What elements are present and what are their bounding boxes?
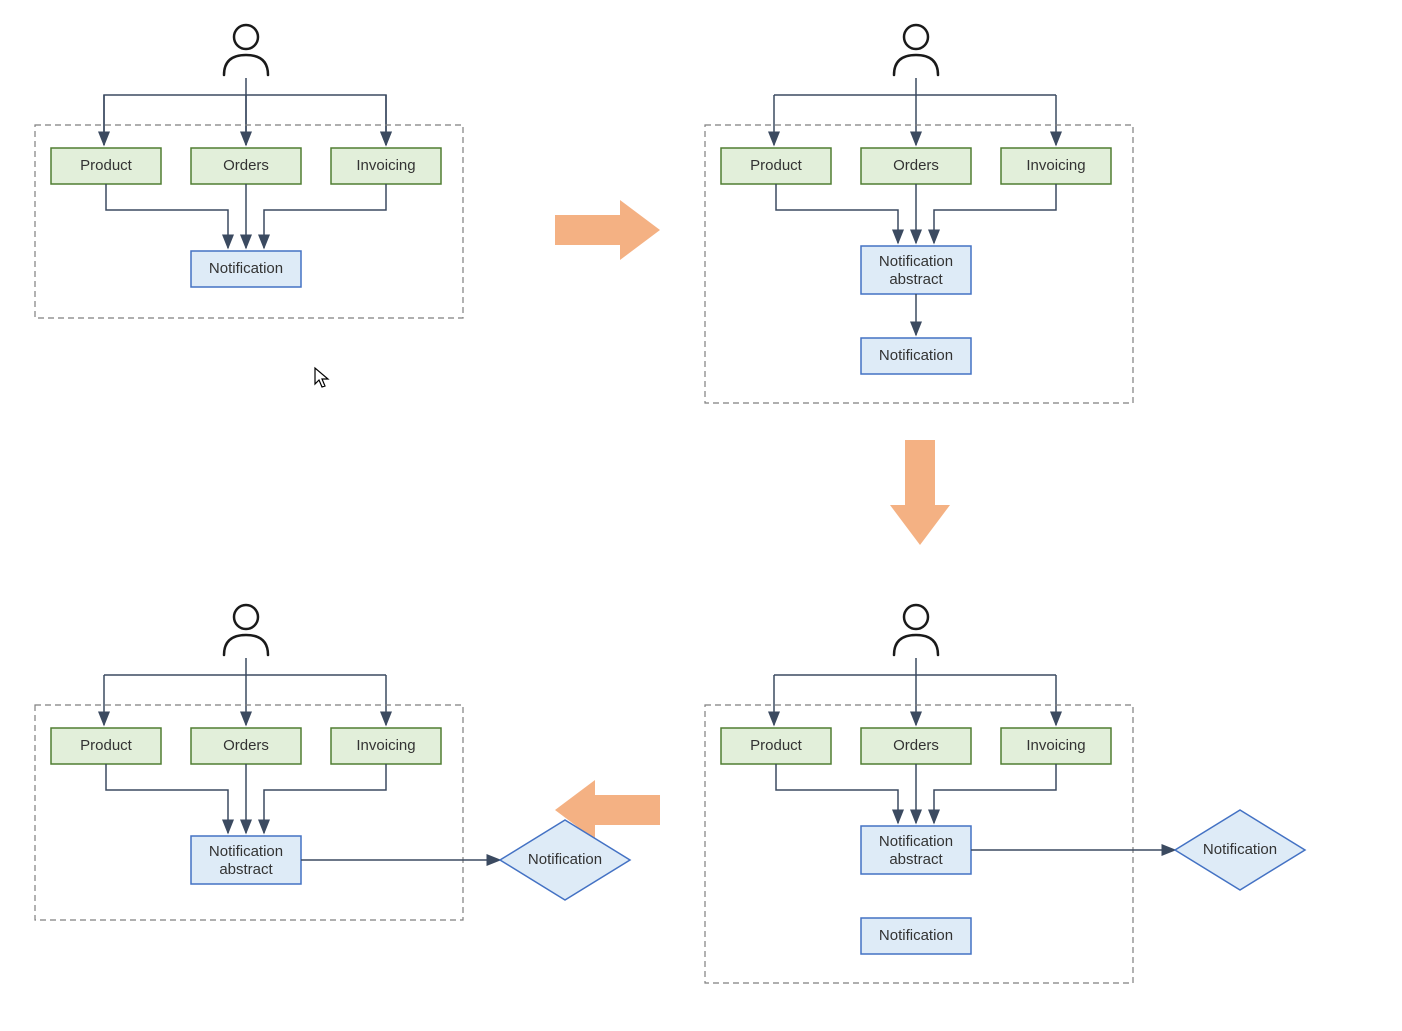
diagram-canvas: Product Orders Invoicing Notification P	[0, 0, 1402, 1031]
svg-text:Notification: Notification	[209, 843, 283, 860]
diagram-top-right: Product Orders Invoicing Notification ab…	[705, 25, 1133, 403]
diagram-top-left: Product Orders Invoicing Notification	[35, 25, 463, 318]
invoicing-label: Invoicing	[356, 157, 415, 174]
flow-arrow-down	[890, 440, 950, 545]
svg-text:Notification: Notification	[528, 851, 602, 868]
product-label: Product	[80, 157, 133, 174]
user-icon	[894, 25, 938, 75]
user-icon	[224, 25, 268, 75]
diagram-bottom-right: Product Orders Invoicing Notification ab…	[705, 605, 1305, 983]
svg-text:Product: Product	[750, 737, 803, 754]
diagram-bottom-left: Product Orders Invoicing Notification ab…	[35, 605, 630, 920]
connector	[104, 78, 386, 145]
svg-text:Notification: Notification	[879, 927, 953, 944]
user-icon	[224, 605, 268, 655]
svg-text:Notification: Notification	[879, 253, 953, 270]
svg-text:Orders: Orders	[223, 737, 269, 754]
orders-label: Orders	[223, 157, 269, 174]
flow-arrow-right-1	[555, 200, 660, 260]
svg-text:Orders: Orders	[893, 157, 939, 174]
svg-text:Orders: Orders	[893, 737, 939, 754]
notification-label: Notification	[209, 260, 283, 277]
svg-text:Invoicing: Invoicing	[1026, 737, 1085, 754]
svg-text:abstract: abstract	[889, 271, 943, 288]
cursor-icon	[315, 368, 328, 387]
user-icon	[894, 605, 938, 655]
svg-text:Notification: Notification	[879, 347, 953, 364]
svg-text:Invoicing: Invoicing	[1026, 157, 1085, 174]
svg-text:Invoicing: Invoicing	[356, 737, 415, 754]
svg-text:Product: Product	[80, 737, 133, 754]
svg-text:abstract: abstract	[219, 861, 273, 878]
svg-text:Notification: Notification	[1203, 841, 1277, 858]
svg-text:abstract: abstract	[889, 851, 943, 868]
svg-text:Product: Product	[750, 157, 803, 174]
svg-text:Notification: Notification	[879, 833, 953, 850]
